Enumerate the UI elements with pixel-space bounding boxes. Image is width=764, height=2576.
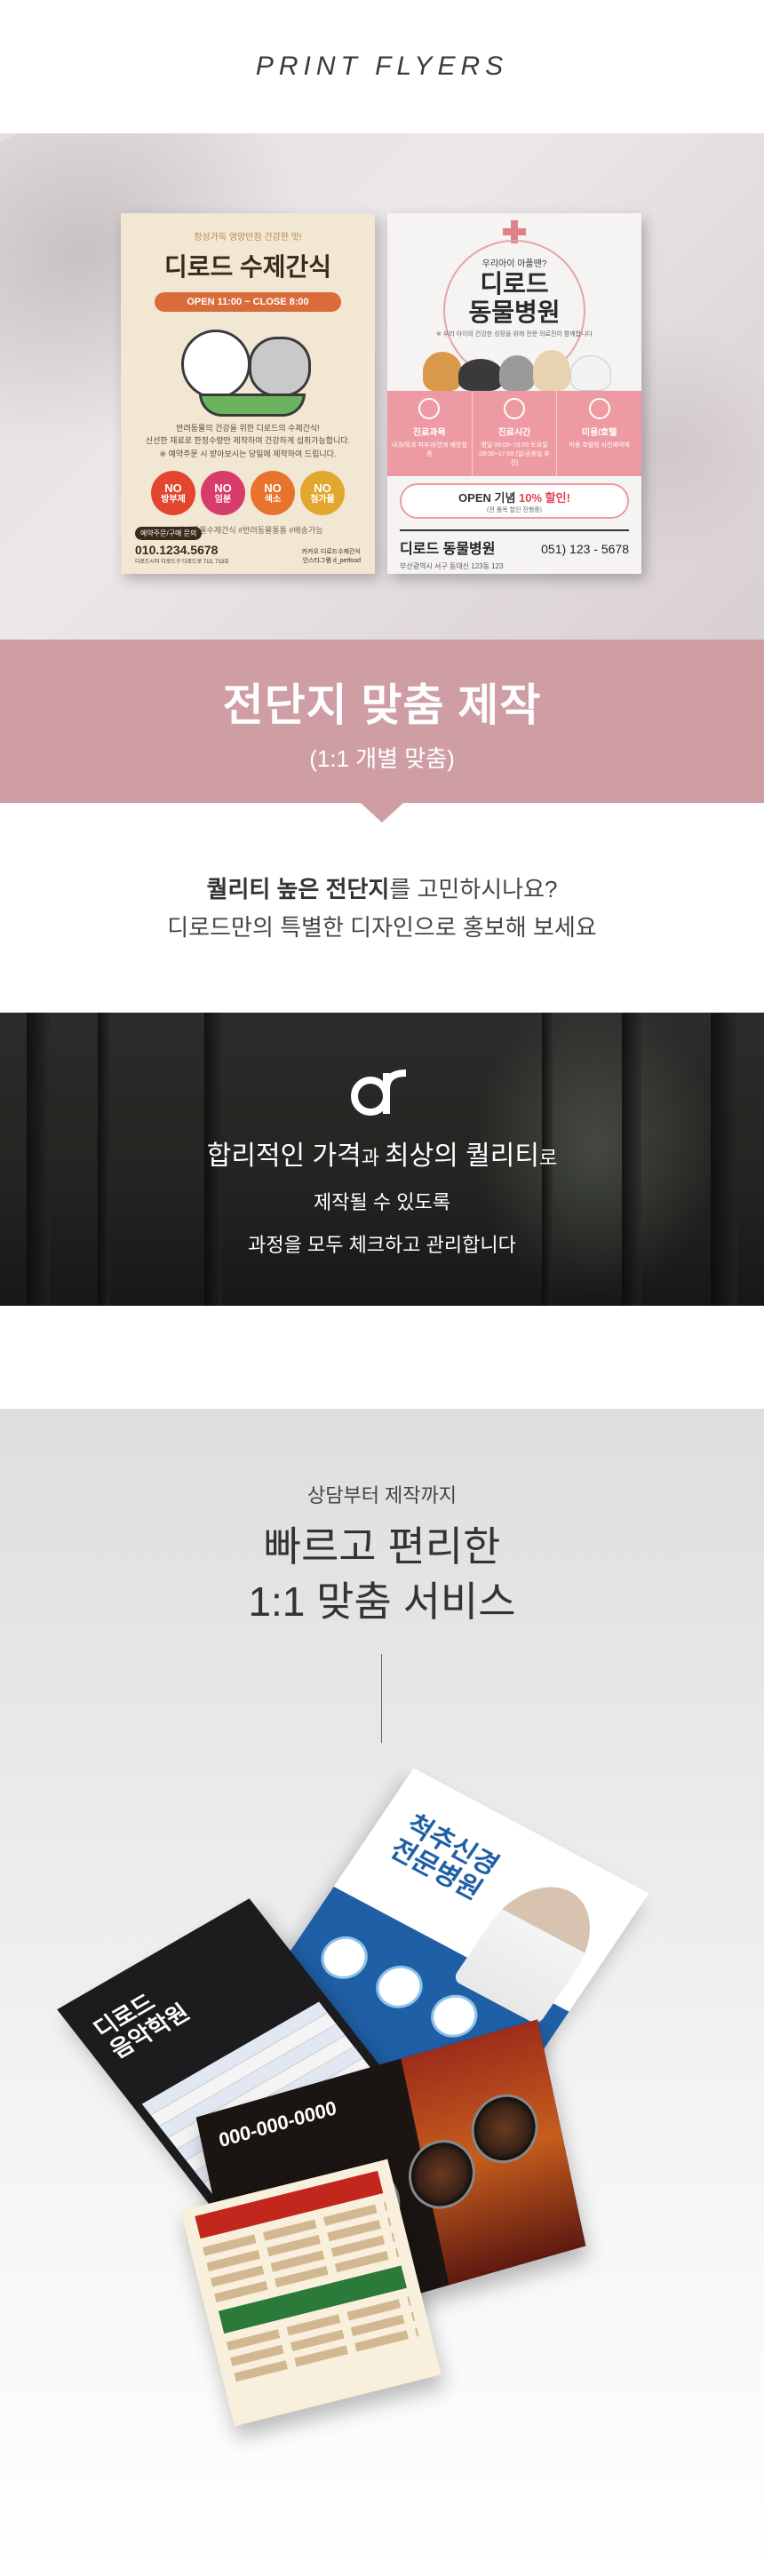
flyer-a-desc-2: 신선한 재료로 한정수량만 제작하여 건강하게 섭취가능합니다. (145, 436, 351, 446)
suffix-text: 로 (538, 1147, 558, 1169)
col-title: 진료시간 (497, 428, 531, 438)
col-title: 진료과목 (412, 428, 446, 438)
question-text: 퀄리티 높은 전단지를 고민하시나요? 디로드만의 특별한 디자인으로 홍보해 … (0, 871, 764, 947)
quality-text: 합리적인 가격과 최상의 퀄리티로 제작될 수 있도록 과정을 모두 체크하고 … (0, 1133, 764, 1258)
order-chip: 예약주문/구매 문의 (135, 527, 203, 540)
joiner-text: 과 (361, 1147, 386, 1169)
question-line-1: 퀄리티 높은 전단지를 고민하시나요? (0, 871, 764, 909)
promo-title: OPEN 기념 10% 할인! (402, 489, 627, 505)
emphasis-quality: 최상의 퀄리티 (385, 1141, 539, 1171)
flyer-a-kakao: 카카오 디로드수제간식 (301, 549, 361, 555)
emphasis-price: 합리적인 가격 (206, 1141, 362, 1171)
dog-illustration (181, 330, 251, 399)
service-info-band: 진료과목 내과/외과 피부과/안과 예방접종 진료시간 평일 09:00~19:… (387, 391, 641, 476)
question-line-2: 디로드만의 특별한 디자인으로 홍보해 보세요 (167, 913, 597, 941)
mockup-hospital-title: 척추신경 전문병원 (385, 1810, 505, 1905)
dog-illustration (570, 355, 611, 391)
badge-no-flour: NO 임분 (201, 471, 245, 516)
badge-no-preservative: NO 방부제 (151, 471, 195, 516)
quality-section: 합리적인 가격과 최상의 퀄리티로 제작될 수 있도록 과정을 모두 체크하고 … (0, 1013, 764, 1306)
flyer-b-title-line2: 동물병원 (468, 298, 561, 327)
hospital-name: 디로드 동물병원 (400, 542, 496, 557)
info-col-grooming: 미용/호텔 미용 호텔링 사전예약제 (557, 391, 641, 476)
hospital-address: 부산광역시 서구 동대신 123동 123 (400, 562, 504, 570)
cat-illustration (458, 359, 503, 391)
question-rest: 를 고민하시나요? (389, 876, 558, 902)
flyer-pet-snack: 정성가득 영양만점 건강한 맛! 디로드 수제간식 OPEN 11:00 ~ C… (121, 213, 375, 574)
hero-section: 정성가득 영양만점 건강한 맛! 디로드 수제간식 OPEN 11:00 ~ C… (0, 133, 764, 640)
vertical-divider (381, 1654, 382, 1743)
quality-line-3: 과정을 모두 체크하고 관리합니다 (248, 1234, 516, 1256)
badge-no-coloring: NO 색소 (251, 471, 295, 516)
promo-discount: 10% 할인! (519, 491, 570, 505)
clock-icon (504, 398, 525, 419)
banner-title: 전단지 맞춤 제작 (222, 680, 542, 730)
page-title: PRINT FLYERS (255, 52, 509, 81)
question-emphasis: 퀄리티 높은 전단지 (206, 876, 390, 902)
bowl-illustration (199, 394, 306, 417)
service-headline-1: 빠르고 편리한 (263, 1523, 501, 1570)
promo-subtext: (전 품목 할인 진행중) (486, 507, 543, 513)
flyer-a-hours: OPEN 11:00 ~ CLOSE 8:00 (155, 292, 341, 312)
flyer-a-tagline: 정성가득 영양만점 건강한 맛! (194, 233, 302, 242)
flyer-b-tagline: 우리아이 아플땐? (481, 259, 547, 269)
flyer-b-title-line1: 디로드 (480, 270, 549, 298)
flyer-b-title: 디로드 동물병원 (387, 270, 641, 327)
stethoscope-icon (418, 398, 441, 419)
flyer-a-footer: 예약주문/구매 문의 010.1234.5678 디로드시티 디로드구 디로드로… (121, 518, 375, 574)
flyer-a-title: 디로드 수제간식 (163, 253, 332, 281)
col-text: 미용 호텔링 사전예약제 (569, 442, 630, 449)
banner-subtitle: (1:1 개별 맞춤) (309, 745, 455, 772)
info-col-hours: 진료시간 평일 09:00~19:00 토요일 09:00~17:00 (일/공… (473, 391, 558, 476)
cat-illustration (249, 337, 311, 397)
info-col-departments: 진료과목 내과/외과 피부과/안과 예방접종 (387, 391, 473, 476)
service-caption: 상담부터 제작까지 (306, 1484, 458, 1507)
hospital-phone: 051) 123 - 5678 (541, 542, 629, 556)
flyer-a-desc-3: ※ 예약주문 시 받아보시는 당일에 제작하여 드립니다. (159, 449, 337, 458)
flyer-a-phone: 010.1234.5678 (135, 543, 219, 557)
dr-logo-icon (351, 1069, 407, 1116)
banner-arrow (361, 803, 403, 823)
flyer-a-desc-1: 반려동물의 건강을 위한 디로드의 수제간식! (176, 424, 320, 433)
promo-prefix: OPEN 기념 (458, 491, 520, 505)
col-text: 내과/외과 피부과/안과 예방접종 (391, 442, 467, 457)
quality-line-1: 합리적인 가격과 최상의 퀄리티로 (0, 1133, 764, 1173)
flyer-a-description: 반려동물의 건강을 위한 디로드의 수제간식! 신선한 재료로 한정수량만 제작… (121, 422, 375, 460)
badge-no-additive: NO 첨가물 (300, 471, 345, 516)
pets-group-illustration (414, 346, 615, 391)
pets-illustration (163, 322, 332, 420)
dog-illustration (423, 352, 462, 391)
dog-illustration (533, 350, 570, 391)
col-text: 평일 09:00~19:00 토요일 09:00~17:00 (일/공휴일 휴진… (479, 442, 550, 466)
mockup-music-title: 디로드 음악학원 (89, 1979, 195, 2063)
flyer-a-address: 디로드시티 디로드구 디로드로 713, 713호 (135, 560, 229, 565)
service-section: 상담부터 제작까지 빠르고 편리한 1:1 맞춤 서비스 척추신경 전문병원 디… (0, 1409, 764, 2576)
service-headline: 빠르고 편리한 1:1 맞춤 서비스 (0, 1519, 764, 1629)
flyer-a-instagram: 인스타그램 d_petfood (302, 558, 361, 564)
flyer-b-subtitle: ※ 우리 아이의 건강한 성장을 위해 전문 의료진이 함께합니다 (436, 331, 593, 338)
quality-line-2: 제작될 수 있도록 (314, 1191, 450, 1213)
no-additive-badges: NO 방부제 NO 임분 NO 색소 NO 첨가물 (121, 471, 375, 516)
custom-flyer-banner: 전단지 맞춤 제작 (1:1 개별 맞춤) (0, 640, 764, 803)
opening-promo: OPEN 기념 10% 할인! (전 품목 할인 진행중) (400, 483, 629, 519)
page-header: PRINT FLYERS (0, 0, 764, 133)
flyer-b-footer: 디로드 동물병원 051) 123 - 5678 부산광역시 서구 동대신 12… (400, 529, 629, 571)
flyer-animal-hospital: 우리아이 아플땐? 디로드 동물병원 ※ 우리 아이의 건강한 성장을 위해 전… (387, 213, 641, 574)
col-title: 미용/호텔 (581, 428, 617, 438)
cat-illustration (499, 355, 535, 391)
service-headline-2: 1:1 맞춤 서비스 (248, 1578, 516, 1626)
scissors-icon (588, 398, 610, 419)
